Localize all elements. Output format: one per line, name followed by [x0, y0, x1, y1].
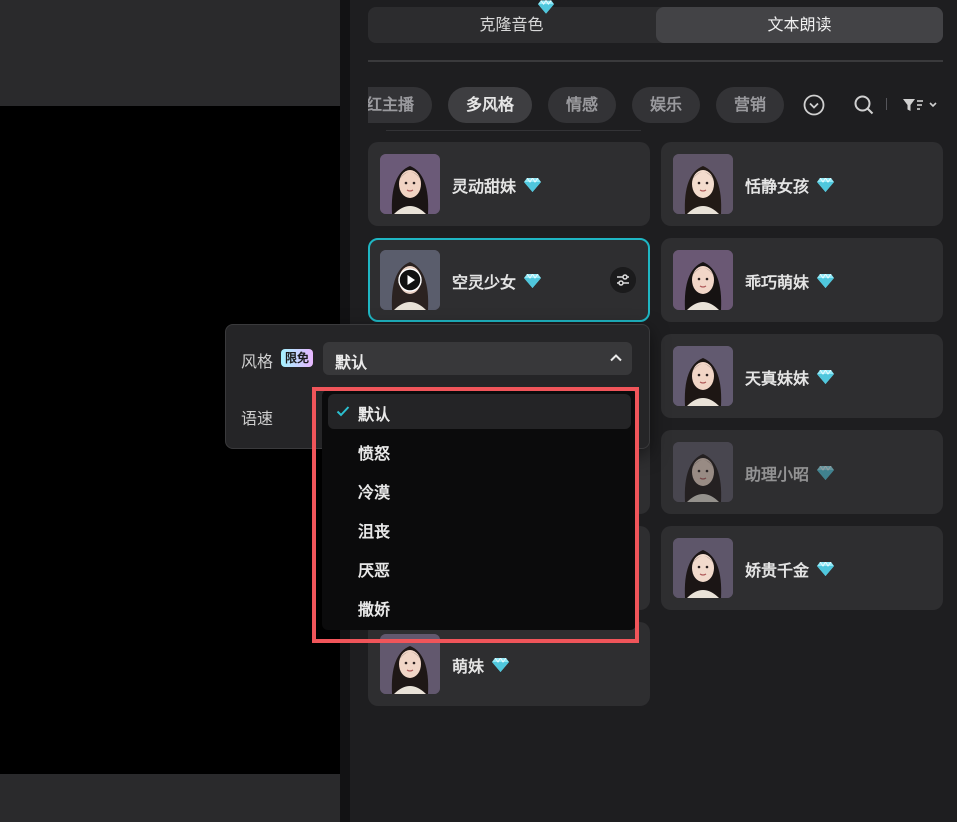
voice-name-text: 助理小昭	[745, 465, 810, 484]
voice-card[interactable]: 灵动甜妹	[368, 142, 650, 226]
toolbar-separator	[886, 98, 887, 110]
style-label: 风格	[241, 352, 274, 371]
voice-name: 空灵少女	[452, 269, 542, 293]
voice-card-selected[interactable]: 空灵少女	[368, 238, 650, 322]
voice-card[interactable]: 助理小昭	[661, 430, 943, 514]
category-chip[interactable]: 营销	[716, 87, 785, 123]
avatar	[673, 154, 733, 214]
voice-name-text: 萌妹	[452, 657, 485, 676]
voice-name-text: 乖巧萌妹	[745, 273, 810, 292]
avatar	[673, 250, 733, 310]
category-chip[interactable]: 娱乐	[632, 87, 701, 123]
chevron-up-icon	[610, 354, 622, 362]
avatar	[380, 634, 440, 694]
voice-card[interactable]: 乖巧萌妹	[661, 238, 943, 322]
adjust-settings-icon[interactable]	[610, 267, 636, 293]
voice-name: 恬静女孩	[745, 173, 835, 197]
voice-name: 天真妹妹	[745, 365, 835, 389]
diamond-icon	[524, 178, 542, 192]
diamond-icon	[817, 178, 835, 192]
avatar-image	[673, 346, 733, 406]
tab-voice-clone[interactable]: 克隆音色	[368, 7, 655, 43]
diamond-icon	[817, 562, 835, 576]
voice-name-text: 娇贵千金	[745, 561, 810, 580]
speed-label: 语速	[241, 409, 274, 428]
diamond-icon	[492, 658, 510, 672]
play-icon[interactable]	[398, 268, 422, 292]
avatar	[673, 442, 733, 502]
voice-name: 萌妹	[452, 653, 510, 677]
voice-card[interactable]: 娇贵千金	[661, 526, 943, 610]
avatar-image	[673, 154, 733, 214]
voice-card[interactable]: 天真妹妹	[661, 334, 943, 418]
mode-tabs: 克隆音色 文本朗读	[368, 7, 943, 43]
voice-name-text: 天真妹妹	[745, 369, 810, 388]
style-select-value: 默认	[335, 353, 368, 372]
diamond-icon	[817, 466, 835, 480]
tab-text-to-speech[interactable]: 文本朗读	[656, 7, 943, 43]
avatar	[673, 538, 733, 598]
editor-footer	[0, 774, 340, 822]
filter-icon[interactable]	[900, 93, 940, 117]
avatar-image	[673, 250, 733, 310]
tabs-divider	[368, 60, 943, 62]
editor-toolbar	[0, 0, 340, 106]
voice-name: 助理小昭	[745, 461, 835, 485]
avatar-image	[380, 634, 440, 694]
voice-name-text: 灵动甜妹	[452, 177, 517, 196]
category-chip-active[interactable]: 多风格	[448, 87, 533, 123]
voice-name-text: 恬静女孩	[745, 177, 810, 196]
avatar-image	[673, 442, 733, 502]
category-bar: 红主播 多风格 情感 娱乐 营销	[368, 86, 798, 124]
voice-name: 灵动甜妹	[452, 173, 542, 197]
diamond-icon	[817, 370, 835, 384]
diamond-icon	[817, 274, 835, 288]
voice-name: 娇贵千金	[745, 557, 835, 581]
search-icon[interactable]	[852, 93, 876, 117]
annotation-highlight-box	[312, 387, 639, 643]
diamond-icon	[524, 274, 542, 288]
voice-name-text: 空灵少女	[452, 273, 517, 292]
style-select[interactable]: 默认	[323, 342, 632, 375]
avatar	[380, 154, 440, 214]
avatar	[673, 346, 733, 406]
chevron-circle-down-icon[interactable]	[802, 93, 826, 117]
avatar-image	[673, 538, 733, 598]
voice-name: 乖巧萌妹	[745, 269, 835, 293]
category-divider	[386, 130, 641, 131]
avatar-image	[380, 154, 440, 214]
free-badge: 限免	[281, 349, 314, 367]
diamond-icon	[538, 0, 554, 14]
voice-card[interactable]: 恬静女孩	[661, 142, 943, 226]
category-chip[interactable]: 情感	[548, 87, 617, 123]
category-chip[interactable]: 红主播	[368, 87, 433, 123]
